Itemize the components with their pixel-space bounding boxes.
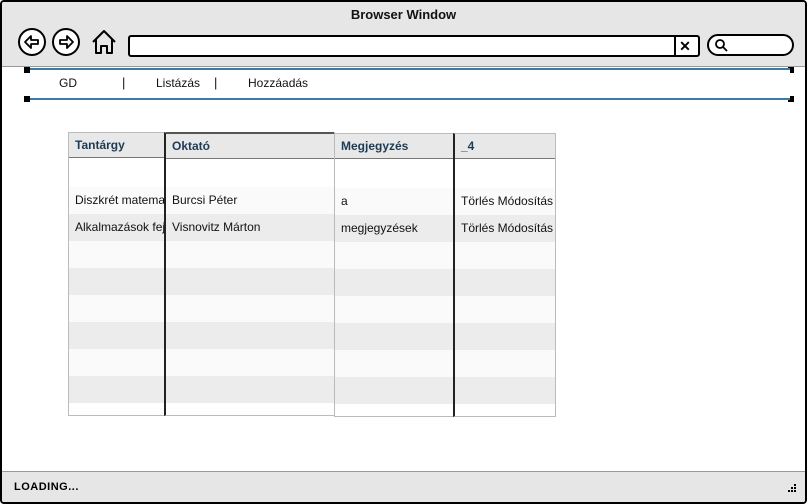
empty-row — [335, 269, 454, 296]
empty-row — [335, 377, 454, 404]
status-text: LOADING... — [14, 481, 79, 493]
table-cell[interactable]: Alkalmazások fejle — [69, 214, 165, 241]
table-cell[interactable]: megjegyzések — [335, 215, 454, 242]
empty-row — [455, 296, 555, 323]
back-button[interactable] — [18, 28, 46, 56]
column-actions: _4 Törlés Módosítás Törlés Módosítás — [453, 133, 556, 417]
empty-row — [455, 242, 555, 269]
column-header[interactable]: Oktató — [166, 132, 334, 159]
table-cell[interactable]: Diszkrét matemat — [69, 187, 165, 214]
tab-hozzaadas[interactable]: Hozzáadás — [248, 76, 308, 90]
empty-row — [69, 268, 165, 295]
column-header[interactable]: _4 — [455, 134, 555, 159]
column-tantargy: Tantárgy Diszkrét matemat Alkalmazások f… — [68, 132, 166, 416]
empty-row — [166, 241, 334, 268]
forward-button[interactable] — [52, 28, 80, 56]
home-button[interactable] — [90, 28, 118, 56]
table-cell-actions[interactable]: Törlés Módosítás — [455, 215, 555, 242]
table-cell[interactable]: Burcsi Péter — [166, 187, 334, 214]
column-oktato: Oktató Burcsi Péter Visnovitz Márton — [164, 132, 335, 416]
tab-separator: | — [122, 75, 126, 90]
empty-row — [69, 349, 165, 376]
tab-listazas[interactable]: Listázás — [156, 76, 200, 90]
empty-row — [166, 349, 334, 376]
tab-separator: | — [214, 75, 218, 90]
empty-row — [335, 242, 454, 269]
empty-row — [455, 269, 555, 296]
table-cell[interactable]: a — [335, 188, 454, 215]
close-icon: ✕ — [679, 38, 691, 54]
empty-row — [455, 377, 555, 404]
table-cell-actions[interactable]: Törlés Módosítás — [455, 188, 555, 215]
status-bar: LOADING... — [2, 471, 805, 502]
column-header[interactable]: Tantárgy — [69, 133, 165, 158]
search-input[interactable] — [707, 34, 794, 56]
arrow-left-icon — [24, 35, 39, 49]
arrow-right-icon — [59, 35, 74, 49]
empty-row — [69, 322, 165, 349]
table-cell[interactable]: Visnovitz Márton — [166, 214, 334, 241]
tab-bar: GD | Listázás | Hozzáadás — [30, 68, 790, 100]
empty-row — [166, 268, 334, 295]
title-bar: Browser Window ✕ — [2, 2, 805, 67]
window-title: Browser Window — [350, 7, 457, 22]
empty-row — [166, 322, 334, 349]
empty-row — [455, 350, 555, 377]
tab-gd[interactable]: GD — [59, 76, 77, 90]
browser-window: Browser Window ✕ GD | Listázás | Hozzáad… — [0, 0, 807, 504]
empty-row — [69, 295, 165, 322]
empty-row — [335, 296, 454, 323]
empty-row — [166, 295, 334, 322]
empty-row — [69, 376, 165, 403]
column-megjegyzes: Megjegyzés a megjegyzések — [334, 133, 455, 417]
empty-row — [455, 323, 555, 350]
empty-row — [166, 376, 334, 403]
url-input[interactable]: ✕ — [128, 35, 700, 57]
resize-grip-icon[interactable] — [785, 483, 797, 495]
clear-url-button[interactable]: ✕ — [674, 37, 694, 55]
home-icon — [92, 30, 116, 54]
empty-row — [335, 323, 454, 350]
search-icon — [715, 39, 728, 52]
column-header[interactable]: Megjegyzés — [335, 134, 454, 159]
empty-row — [69, 241, 165, 268]
empty-row — [335, 350, 454, 377]
